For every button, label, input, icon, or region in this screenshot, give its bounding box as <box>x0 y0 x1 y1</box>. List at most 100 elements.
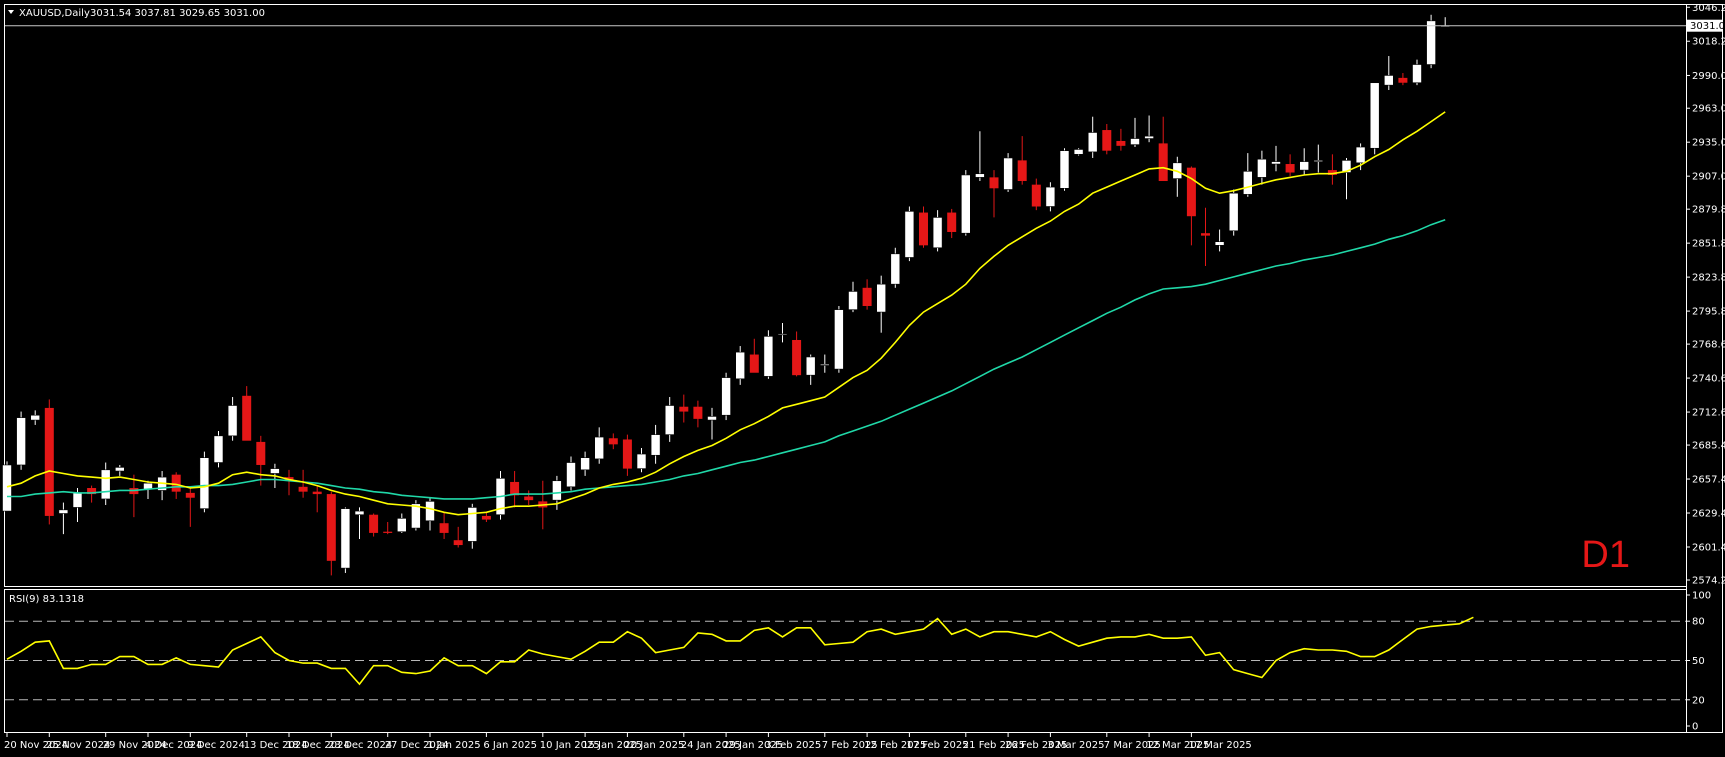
candle-body <box>1201 233 1210 236</box>
candle-body <box>834 309 844 370</box>
candle-body <box>256 441 266 465</box>
candle-body <box>594 436 605 460</box>
candle-body <box>58 509 69 514</box>
candle-body <box>44 407 54 516</box>
candle-body <box>1031 184 1041 207</box>
candle-body <box>1228 192 1239 232</box>
candle-body <box>1355 146 1366 164</box>
candle-body <box>1073 149 1084 155</box>
candle-body <box>622 439 632 469</box>
price-tick-label: 3046.20 <box>1692 3 1725 14</box>
candle-body <box>636 453 647 469</box>
price-tick-label: 2574.20 <box>1692 576 1725 587</box>
candle-body <box>707 416 717 421</box>
candle-body <box>566 462 576 488</box>
price-tick-label: 2768.60 <box>1692 340 1725 351</box>
ohlc-values: 3031.54 3037.81 3029.65 3031.00 <box>90 8 265 19</box>
candle-body <box>960 174 971 234</box>
candle-body <box>524 496 534 501</box>
rsi-tick-label: 20 <box>1692 695 1705 706</box>
price-tick-label: 2657.40 <box>1692 475 1725 486</box>
price-tick-label: 2823.80 <box>1692 273 1725 284</box>
candle-body <box>481 515 491 520</box>
candle-body <box>1271 161 1281 165</box>
candle-body <box>354 510 365 516</box>
candle-body <box>2 464 12 512</box>
timeframe-label: D1 <box>1581 534 1630 576</box>
candle-body <box>369 514 379 533</box>
candle-body <box>650 434 661 456</box>
chart-area: 3046.20 3018.20 2990.00 2963.00 2935.00 2907.… <box>0 0 1725 757</box>
candle-body <box>396 518 407 533</box>
time-tick-label: 1 Jan 2025 <box>427 740 481 751</box>
candle-body <box>1158 143 1168 182</box>
candle-body <box>510 481 520 496</box>
candle <box>340 507 351 573</box>
price-tag: 3031.00 <box>1690 21 1725 32</box>
candle-body <box>876 283 887 313</box>
candle-body <box>890 253 901 285</box>
candle <box>1003 153 1013 192</box>
candle-body <box>862 287 872 307</box>
time-tick-label: 3 Feb 2025 <box>765 740 821 751</box>
time-tick-label: 20 Jan 2025 <box>624 740 684 751</box>
candle <box>904 206 915 262</box>
candle-body <box>1116 140 1126 146</box>
candle-body <box>1313 160 1324 162</box>
candle-body <box>1398 77 1408 83</box>
candle-body <box>242 395 252 441</box>
candle-body <box>425 501 435 522</box>
rsi-tick-label: 80 <box>1692 617 1705 628</box>
time-tick-label: 9 Dec 2024 <box>187 740 245 751</box>
rsi-tick-label: 100 <box>1692 591 1711 602</box>
time-tick-label: 6 Jan 2025 <box>483 740 537 751</box>
candle-body <box>1003 157 1013 190</box>
time-tick-label: 25 Nov 2024 <box>46 740 110 751</box>
price-tick-label: 3018.20 <box>1692 37 1725 48</box>
price-tick-label: 2712.60 <box>1692 408 1725 419</box>
time-tick-label: 17 Feb 2025 <box>906 740 968 751</box>
candle <box>411 500 421 531</box>
candle-body <box>947 212 957 232</box>
candle-body <box>679 406 689 412</box>
candle-body <box>115 467 125 472</box>
symbol-title: XAUUSD,Daily <box>19 8 90 19</box>
candle-body <box>805 356 816 376</box>
candle-body <box>932 217 943 249</box>
candle <box>1059 148 1070 191</box>
candle-body <box>340 508 351 569</box>
candle-body <box>919 212 928 246</box>
price-tick-label: 2629.40 <box>1692 509 1725 520</box>
candle-body <box>608 438 618 445</box>
candle-body <box>735 351 746 380</box>
candle-body <box>848 291 858 310</box>
candle-body <box>664 405 675 435</box>
candle <box>960 170 971 236</box>
candle-body <box>439 523 449 533</box>
candle-body <box>1059 150 1070 189</box>
candle-body <box>721 377 731 416</box>
candle-body <box>326 494 336 561</box>
candle-body <box>298 486 308 492</box>
candle <box>763 330 774 379</box>
candle-body <box>552 480 562 501</box>
candle-body <box>580 457 590 471</box>
candle-body <box>1426 20 1436 65</box>
time-tick-label: 17 Mar 2025 <box>1188 740 1251 751</box>
candle <box>735 346 746 385</box>
candle <box>213 430 224 468</box>
candle-body <box>904 211 915 258</box>
time-tick-label: 23 Dec 2024 <box>328 740 392 751</box>
candle-body <box>312 491 322 495</box>
candle <box>919 206 928 248</box>
price-tick-label: 2851.80 <box>1692 239 1725 250</box>
candle-body <box>1214 241 1225 246</box>
candle-body <box>777 333 788 336</box>
candle-body <box>227 405 238 437</box>
candle <box>1073 148 1084 156</box>
price-tick-label: 2601.40 <box>1692 542 1725 553</box>
candle-body <box>100 469 111 500</box>
candle-body <box>1102 130 1112 151</box>
rsi-tick-label: 0 <box>1692 722 1698 733</box>
candle <box>1426 14 1436 69</box>
